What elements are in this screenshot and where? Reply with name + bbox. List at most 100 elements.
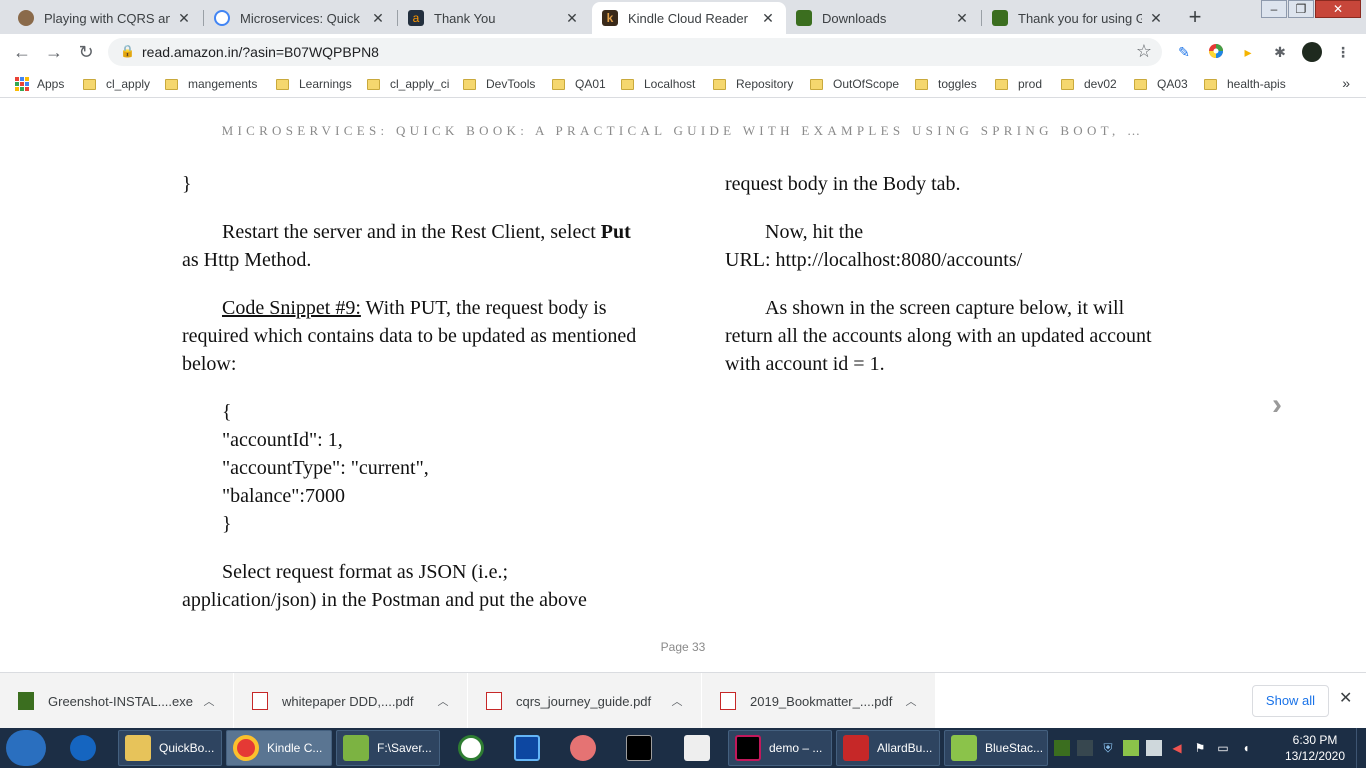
paragraph: request body in the Body tab.: [725, 173, 961, 195]
close-icon[interactable]: ✕: [954, 10, 970, 27]
folder-icon: [165, 78, 178, 90]
close-icon[interactable]: ✕: [370, 10, 386, 27]
system-tray: ⛨ ◀ ⚑ ▭ ◖: [1054, 736, 1261, 760]
tab-thank-you[interactable]: a Thank You ✕: [398, 2, 590, 34]
paragraph: Code Snippet #9: With PUT, the request b…: [182, 294, 642, 378]
color-wheel-extension-icon[interactable]: [1207, 43, 1225, 61]
bookmark-folder[interactable]: QA03: [1134, 76, 1188, 92]
bookmark-folder[interactable]: DevTools: [463, 76, 535, 92]
chevron-up-icon[interactable]: ︿: [431, 693, 455, 709]
chevron-up-icon[interactable]: ︿: [197, 693, 221, 709]
tab-cqrs[interactable]: Playing with CQRS and E ✕: [8, 2, 202, 34]
puzzle-extensions-icon[interactable]: ✱: [1271, 43, 1289, 61]
taskbar-label: QuickBo...: [159, 741, 215, 755]
bookmark-folder[interactable]: QA01: [552, 76, 606, 92]
bookmark-folder[interactable]: cl_apply_ci: [367, 76, 449, 92]
taskbar-pinned-app[interactable]: [64, 730, 106, 766]
shield-icon[interactable]: ⛨: [1100, 740, 1116, 756]
book-title: MICROSERVICES: QUICK BOOK: A PRACTICAL G…: [221, 123, 1145, 138]
close-icon[interactable]: ✕: [176, 10, 192, 27]
more-bookmarks-icon[interactable]: »: [1342, 75, 1350, 91]
bookmark-apps[interactable]: Apps: [15, 76, 64, 92]
tab-microservices-google[interactable]: Microservices: Quick Boo ✕: [204, 2, 396, 34]
play-extension-icon[interactable]: ▸: [1239, 43, 1257, 61]
bookmark-folder[interactable]: mangements: [165, 76, 257, 92]
bookmark-folder[interactable]: Localhost: [621, 76, 695, 92]
download-item[interactable]: whitepaper DDD,....pdf ︿: [234, 673, 467, 729]
close-icon[interactable]: ✕: [760, 10, 776, 27]
download-item[interactable]: Greenshot-INSTAL....exe ︿: [0, 673, 233, 729]
next-page-chevron-icon[interactable]: ›: [1272, 388, 1282, 422]
taskbar-item-chrome[interactable]: Kindle C...: [226, 730, 332, 766]
close-icon[interactable]: ✕: [1339, 688, 1352, 708]
browser-toolbar: ← → ↻ 🔒 read.amazon.in/?asin=B07WQPBPN8 …: [0, 34, 1366, 70]
reload-button[interactable]: ↻: [74, 40, 98, 64]
taskbar-item-notepad[interactable]: F:\Saver...: [336, 730, 440, 766]
flag-icon[interactable]: ⚑: [1192, 740, 1208, 756]
forward-button[interactable]: →: [42, 40, 66, 64]
download-filename: whitepaper DDD,....pdf: [282, 693, 414, 709]
profile-avatar[interactable]: [1302, 42, 1322, 62]
tab-thank-you-greenshot[interactable]: Thank you for using Gree ✕: [982, 2, 1174, 34]
address-bar[interactable]: 🔒 read.amazon.in/?asin=B07WQPBPN8 ☆: [108, 38, 1162, 66]
close-window-button[interactable]: ✕: [1315, 0, 1361, 18]
bookmark-folder[interactable]: dev02: [1061, 76, 1117, 92]
bookmark-label: Learnings: [299, 77, 352, 91]
download-bar: Greenshot-INSTAL....exe ︿ whitepaper DDD…: [0, 672, 1366, 729]
folder-icon: [276, 78, 289, 90]
code-snippet-link[interactable]: Code Snippet #9:: [222, 297, 361, 319]
taskbar-pinned-app[interactable]: [564, 730, 606, 766]
bookmark-folder[interactable]: prod: [995, 76, 1042, 92]
speaker-icon[interactable]: ◖: [1238, 740, 1254, 756]
bookmark-folder[interactable]: Learnings: [276, 76, 352, 92]
new-tab-button[interactable]: +: [1181, 4, 1209, 32]
tab-downloads[interactable]: Downloads ✕: [786, 2, 980, 34]
lock-icon: 🔒: [120, 44, 135, 58]
show-all-button[interactable]: Show all: [1252, 685, 1329, 717]
taskbar-item-intellij[interactable]: demo – ...: [728, 730, 832, 766]
close-icon[interactable]: ✕: [564, 10, 580, 27]
menu-kebab-icon[interactable]: ⋮: [1334, 43, 1352, 61]
greenshot-tray-icon[interactable]: [1054, 740, 1070, 756]
code-line: "accountType": "current",: [222, 457, 429, 479]
code-line: "accountId": 1,: [222, 429, 343, 451]
folder-icon: [1204, 78, 1217, 90]
greenshot-icon: [796, 10, 812, 26]
download-item[interactable]: 2019_Bookmatter_....pdf ︿: [702, 673, 935, 729]
chevron-up-icon[interactable]: ︿: [665, 693, 689, 709]
bookmark-folder[interactable]: OutOfScope: [810, 76, 899, 92]
taskbar-item-bluestacks[interactable]: BlueStac...: [944, 730, 1048, 766]
bookmark-label: Repository: [736, 77, 794, 91]
taskbar-pinned-app[interactable]: [452, 730, 494, 766]
taskbar-pinned-app[interactable]: [508, 730, 550, 766]
volume-mute-icon[interactable]: ◀: [1169, 740, 1185, 756]
bookmark-folder[interactable]: toggles: [915, 76, 977, 92]
bookmark-folder[interactable]: Repository: [713, 76, 793, 92]
restore-button[interactable]: ❐: [1288, 0, 1314, 18]
app-tray-icon[interactable]: [1077, 740, 1093, 756]
monitor-icon[interactable]: ▭: [1215, 740, 1231, 756]
network-monitor-icon[interactable]: [1146, 740, 1162, 756]
show-desktop-button[interactable]: [1356, 728, 1366, 768]
pdf-icon: [720, 692, 736, 710]
bookmark-folder[interactable]: health-apis: [1204, 76, 1286, 92]
bookmark-star-icon[interactable]: ☆: [1136, 41, 1152, 62]
bookmark-label: QA01: [575, 77, 606, 91]
close-icon[interactable]: ✕: [1148, 10, 1164, 27]
eyedropper-extension-icon[interactable]: ✎: [1175, 43, 1193, 61]
start-button[interactable]: [6, 730, 46, 766]
taskbar-pinned-app[interactable]: [620, 730, 662, 766]
minimize-button[interactable]: ‒: [1261, 0, 1287, 18]
taskbar-pinned-app[interactable]: [678, 730, 720, 766]
taskbar-item-pdf[interactable]: AllardBu...: [836, 730, 940, 766]
chevron-up-icon[interactable]: ︿: [899, 693, 923, 709]
back-button[interactable]: ←: [10, 40, 34, 64]
system-clock[interactable]: 6:30 PM 13/12/2020: [1282, 732, 1348, 764]
tab-kindle-cloud-reader[interactable]: k Kindle Cloud Reader ✕: [592, 2, 786, 34]
terminal-icon: [626, 735, 652, 761]
stack-tray-icon[interactable]: [1123, 740, 1139, 756]
download-item[interactable]: cqrs_journey_guide.pdf ︿: [468, 673, 701, 729]
taskbar-item-explorer[interactable]: QuickBo...: [118, 730, 222, 766]
right-page-column: request body in the Body tab. Now, hit t…: [725, 170, 1165, 398]
bookmark-folder[interactable]: cl_apply: [83, 76, 150, 92]
